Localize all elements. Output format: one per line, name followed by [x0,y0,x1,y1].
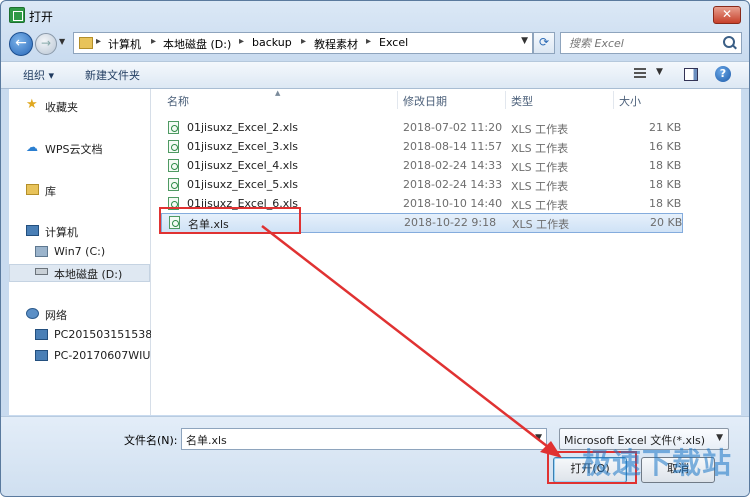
drive-c-icon [35,246,48,257]
file-size: 18 KB [649,197,682,210]
navigation-pane: ★ 收藏夹 ☁ WPS云文档 库 计算机 Win7 (C:) 本地磁盘 (D:)… [9,89,159,415]
organize-button[interactable]: 组织 ▾ [23,67,54,83]
open-file-dialog: 打开 ✕ ← → ▼ ▸ 计算机 ▸ 本地磁盘 (D:) ▸ backup ▸ … [0,0,750,497]
network-icon [26,308,39,319]
sidebar-item-computer[interactable]: 计算机 [45,224,78,240]
file-type: XLS 工作表 [511,180,569,193]
sidebar-item-libraries[interactable]: 库 [45,183,56,199]
file-row[interactable]: 01jisuxz_Excel_3.xls 2018-08-14 11:57 XL… [161,138,683,156]
chevron-right-icon[interactable]: ▸ [239,36,244,47]
file-name: 01jisuxz_Excel_2.xls [187,121,299,134]
file-list: ▲ 名称 修改日期 类型 大小 01jisuxz_Excel_2.xls 201… [151,89,741,415]
pc-icon [35,329,48,340]
folder-icon [79,37,93,49]
library-icon [26,184,39,195]
file-type: XLS 工作表 [511,142,569,155]
column-divider[interactable] [505,91,506,109]
file-date: 2018-07-02 11:20 [403,121,503,134]
title-bar: 打开 ✕ [1,1,749,29]
history-dropdown-icon[interactable]: ▼ [59,37,68,47]
back-arrow-icon[interactable]: ← [9,32,33,56]
column-divider[interactable] [613,91,614,109]
window-title: 打开 [29,10,54,24]
cloud-icon: ☁ [26,140,38,154]
file-name: 01jisuxz_Excel_4.xls [187,159,299,172]
forward-arrow-icon[interactable]: → [35,33,57,55]
sidebar-item-drive-d[interactable]: 本地磁盘 (D:) [54,266,122,282]
breadcrumb-drive-d[interactable]: 本地磁盘 (D:) [163,36,231,52]
column-header-name[interactable]: 名称 [167,93,189,109]
command-toolbar: 组织 ▾ 新建文件夹 ▼ ? [1,61,749,89]
view-dropdown-icon[interactable]: ▼ [656,67,663,77]
address-bar[interactable]: ▸ 计算机 ▸ 本地磁盘 (D:) ▸ backup ▸ 教程素材 ▸ Exce… [73,32,533,54]
sidebar-item-drive-c[interactable]: Win7 (C:) [54,245,105,258]
column-header-size[interactable]: 大小 [619,93,641,109]
breadcrumb-backup[interactable]: backup [252,36,292,49]
chevron-right-icon[interactable]: ▸ [301,36,306,47]
xls-file-icon [168,140,179,153]
file-size: 20 KB [650,216,683,229]
file-size: 16 KB [649,140,682,153]
search-box[interactable] [560,32,742,54]
preview-pane-icon[interactable] [684,68,698,81]
search-input[interactable] [567,35,721,51]
filename-input[interactable]: 名单.xls ▼ [181,428,547,450]
file-row[interactable]: 01jisuxz_Excel_4.xls 2018-02-24 14:33 XL… [161,157,683,175]
file-size: 21 KB [649,121,682,134]
new-folder-button[interactable]: 新建文件夹 [85,67,140,83]
sort-ascending-icon: ▲ [275,89,281,97]
filename-value: 名单.xls [186,434,227,447]
breadcrumb-computer[interactable]: 计算机 [108,36,141,52]
file-name: 01jisuxz_Excel_3.xls [187,140,299,153]
breadcrumb-excel[interactable]: Excel [379,36,408,49]
xls-file-icon [168,159,179,172]
sidebar-item-pc2[interactable]: PC-20170607WIUN [54,349,159,362]
file-row[interactable]: 01jisuxz_Excel_2.xls 2018-07-02 11:20 XL… [161,119,683,137]
sidebar-item-network[interactable]: 网络 [45,307,67,323]
xls-file-icon [168,178,179,191]
pc-icon [35,350,48,361]
file-type: XLS 工作表 [511,161,569,174]
refresh-icon[interactable]: ⟳ [533,32,555,54]
search-icon[interactable] [723,36,735,48]
close-button[interactable]: ✕ [713,6,741,24]
sidebar-item-wps-cloud[interactable]: WPS云文档 [45,141,103,157]
hard-drive-icon [35,268,48,275]
file-date: 2018-08-14 11:57 [403,140,503,153]
chevron-right-icon[interactable]: ▸ [366,36,371,47]
column-header-modified[interactable]: 修改日期 [403,93,447,109]
file-row[interactable]: 01jisuxz_Excel_5.xls 2018-02-24 14:33 XL… [161,176,683,194]
column-header-type[interactable]: 类型 [511,93,533,109]
file-size: 18 KB [649,159,682,172]
chevron-right-icon[interactable]: ▸ [151,36,156,47]
excel-app-icon [9,7,25,23]
file-name: 01jisuxz_Excel_5.xls [187,178,299,191]
file-type: XLS 工作表 [512,218,570,231]
file-date: 2018-10-10 14:40 [403,197,503,210]
help-icon[interactable]: ? [715,66,731,82]
watermark-text: 极速下载站 [582,446,733,480]
filename-label: 文件名(N): [124,434,178,447]
file-date: 2018-10-22 9:18 [404,216,497,229]
star-icon: ★ [26,97,38,112]
computer-icon [26,225,39,236]
navigation-bar: ← → ▼ ▸ 计算机 ▸ 本地磁盘 (D:) ▸ backup ▸ 教程素材 … [1,29,749,59]
chevron-right-icon[interactable]: ▸ [96,36,101,47]
filename-dropdown-icon[interactable]: ▼ [535,433,542,443]
sidebar-item-favorites[interactable]: 收藏夹 [45,99,78,115]
breadcrumb-tutorial[interactable]: 教程素材 [314,36,358,52]
column-divider[interactable] [397,91,398,109]
file-size: 18 KB [649,178,682,191]
highlight-box-file [159,207,301,234]
xls-file-icon [168,121,179,134]
file-date: 2018-02-24 14:33 [403,178,503,191]
file-date: 2018-02-24 14:33 [403,159,503,172]
view-options-icon[interactable] [634,68,646,80]
sidebar-item-pc1[interactable]: PC201503151538 [54,328,152,341]
address-dropdown-icon[interactable]: ▼ [521,36,528,46]
file-type: XLS 工作表 [511,199,569,212]
file-type: XLS 工作表 [511,123,569,136]
